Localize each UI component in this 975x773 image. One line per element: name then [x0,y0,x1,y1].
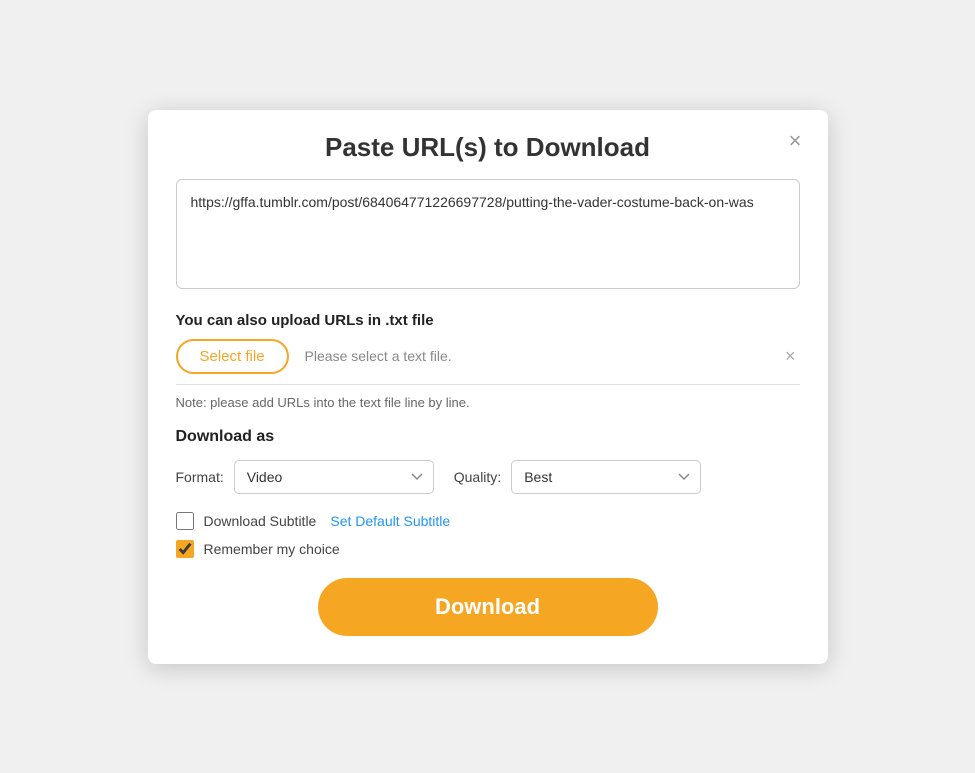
remember-row: Remember my choice [176,540,800,558]
dialog-body: You can also upload URLs in .txt file Se… [148,179,828,664]
remember-checkbox-label: Remember my choice [204,541,340,557]
subtitle-checkbox[interactable] [176,512,194,530]
paste-url-dialog: Paste URL(s) to Download × You can also … [148,110,828,664]
subtitle-row: Download Subtitle Set Default Subtitle [176,512,800,530]
note-text: Note: please add URLs into the text file… [176,395,800,410]
format-select[interactable]: Video Audio Image [234,460,434,494]
file-row: Select file Please select a text file. × [176,339,800,385]
url-textarea[interactable] [176,179,800,289]
download-button[interactable]: Download [318,578,658,636]
file-placeholder-text: Please select a text file. [305,348,765,364]
select-file-button[interactable]: Select file [176,339,289,374]
subtitle-checkbox-label: Download Subtitle [204,513,317,529]
format-group: Format: Video Audio Image [176,460,434,494]
dialog-title: Paste URL(s) to Download [325,132,650,163]
quality-label: Quality: [454,469,501,485]
close-button[interactable]: × [783,128,808,154]
txt-upload-label: You can also upload URLs in .txt file [176,312,800,329]
quality-select[interactable]: Best High Medium Low [511,460,701,494]
set-default-subtitle-link[interactable]: Set Default Subtitle [330,513,450,529]
quality-group: Quality: Best High Medium Low [454,460,701,494]
file-clear-button[interactable]: × [781,346,800,367]
format-quality-row: Format: Video Audio Image Quality: Best … [176,460,800,494]
remember-checkbox[interactable] [176,540,194,558]
download-as-label: Download as [176,428,800,446]
format-label: Format: [176,469,224,485]
dialog-header: Paste URL(s) to Download × [148,110,828,179]
